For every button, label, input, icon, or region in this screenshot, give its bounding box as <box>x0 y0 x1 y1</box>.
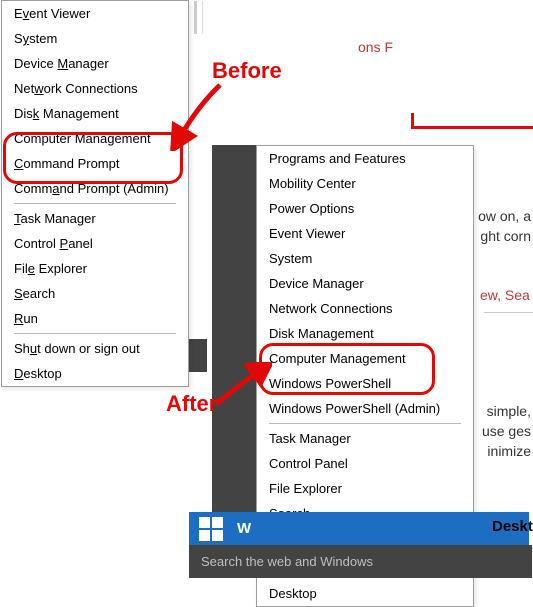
taskbar-after[interactable]: W <box>189 512 529 545</box>
menu-item[interactable]: System <box>2 26 188 51</box>
menu-item[interactable]: Shut down or sign out <box>2 336 188 361</box>
menu-item[interactable]: Mobility Center <box>257 171 473 196</box>
menu-item[interactable]: File Explorer <box>2 256 188 281</box>
menu-item[interactable]: Computer Management <box>257 346 473 371</box>
menu-item[interactable]: System <box>257 246 473 271</box>
menu-item[interactable]: Disk Management <box>257 321 473 346</box>
menu-item[interactable]: Control Panel <box>257 451 473 476</box>
taskbar-text: W <box>237 520 251 537</box>
bg-text: ew, Sea <box>480 287 530 303</box>
menu-item[interactable]: Programs and Features <box>257 146 473 171</box>
menu-item[interactable]: Command Prompt (Admin) <box>2 176 188 201</box>
menu-item[interactable]: Event Viewer <box>257 221 473 246</box>
bg-text: ow on, a <box>478 208 531 224</box>
menu-divider <box>14 333 176 334</box>
bg-text: ons F <box>358 39 393 55</box>
menu-item[interactable]: Task Manager <box>2 206 188 231</box>
start-icon[interactable] <box>199 517 223 541</box>
label-before: Before <box>212 58 282 84</box>
search-placeholder: Search the web and Windows <box>189 554 532 569</box>
bg-text: Deskt <box>492 518 533 535</box>
bg-text: inimize <box>487 443 531 459</box>
winx-menu-before: Event ViewerSystemDevice ManagerNetwork … <box>1 0 189 387</box>
bg-text: use ges <box>482 423 531 439</box>
menu-item[interactable]: Device Manager <box>257 271 473 296</box>
search-bar-after[interactable]: Search the web and Windows <box>189 545 532 578</box>
menu-item[interactable]: Control Panel <box>2 231 188 256</box>
menu-item[interactable]: Desktop <box>2 361 188 386</box>
menu-item[interactable]: Power Options <box>257 196 473 221</box>
menu-item[interactable]: Windows PowerShell <box>257 371 473 396</box>
menu-item[interactable]: Network Connections <box>2 76 188 101</box>
menu-item[interactable]: Windows PowerShell (Admin) <box>257 396 473 421</box>
menu-item[interactable]: Event Viewer <box>2 1 188 26</box>
menu-divider <box>14 203 176 204</box>
menu-item[interactable]: Task Manager <box>257 426 473 451</box>
bg-text: ght corn <box>480 228 531 244</box>
menu-divider <box>269 423 461 424</box>
menu-item[interactable]: File Explorer <box>257 476 473 501</box>
taskbar-dark-column <box>212 145 256 545</box>
menu-item[interactable]: Network Connections <box>257 296 473 321</box>
label-after: After <box>166 391 217 417</box>
menu-item[interactable]: Computer Management <box>2 126 188 151</box>
bg-text: simple, <box>487 403 531 419</box>
menu-item[interactable]: Device Manager <box>2 51 188 76</box>
menu-item[interactable]: Disk Management <box>2 101 188 126</box>
menu-item[interactable]: Desktop <box>257 581 473 606</box>
menu-item[interactable]: Command Prompt <box>2 151 188 176</box>
menu-item[interactable]: Search <box>2 281 188 306</box>
menu-item[interactable]: Run <box>2 306 188 331</box>
